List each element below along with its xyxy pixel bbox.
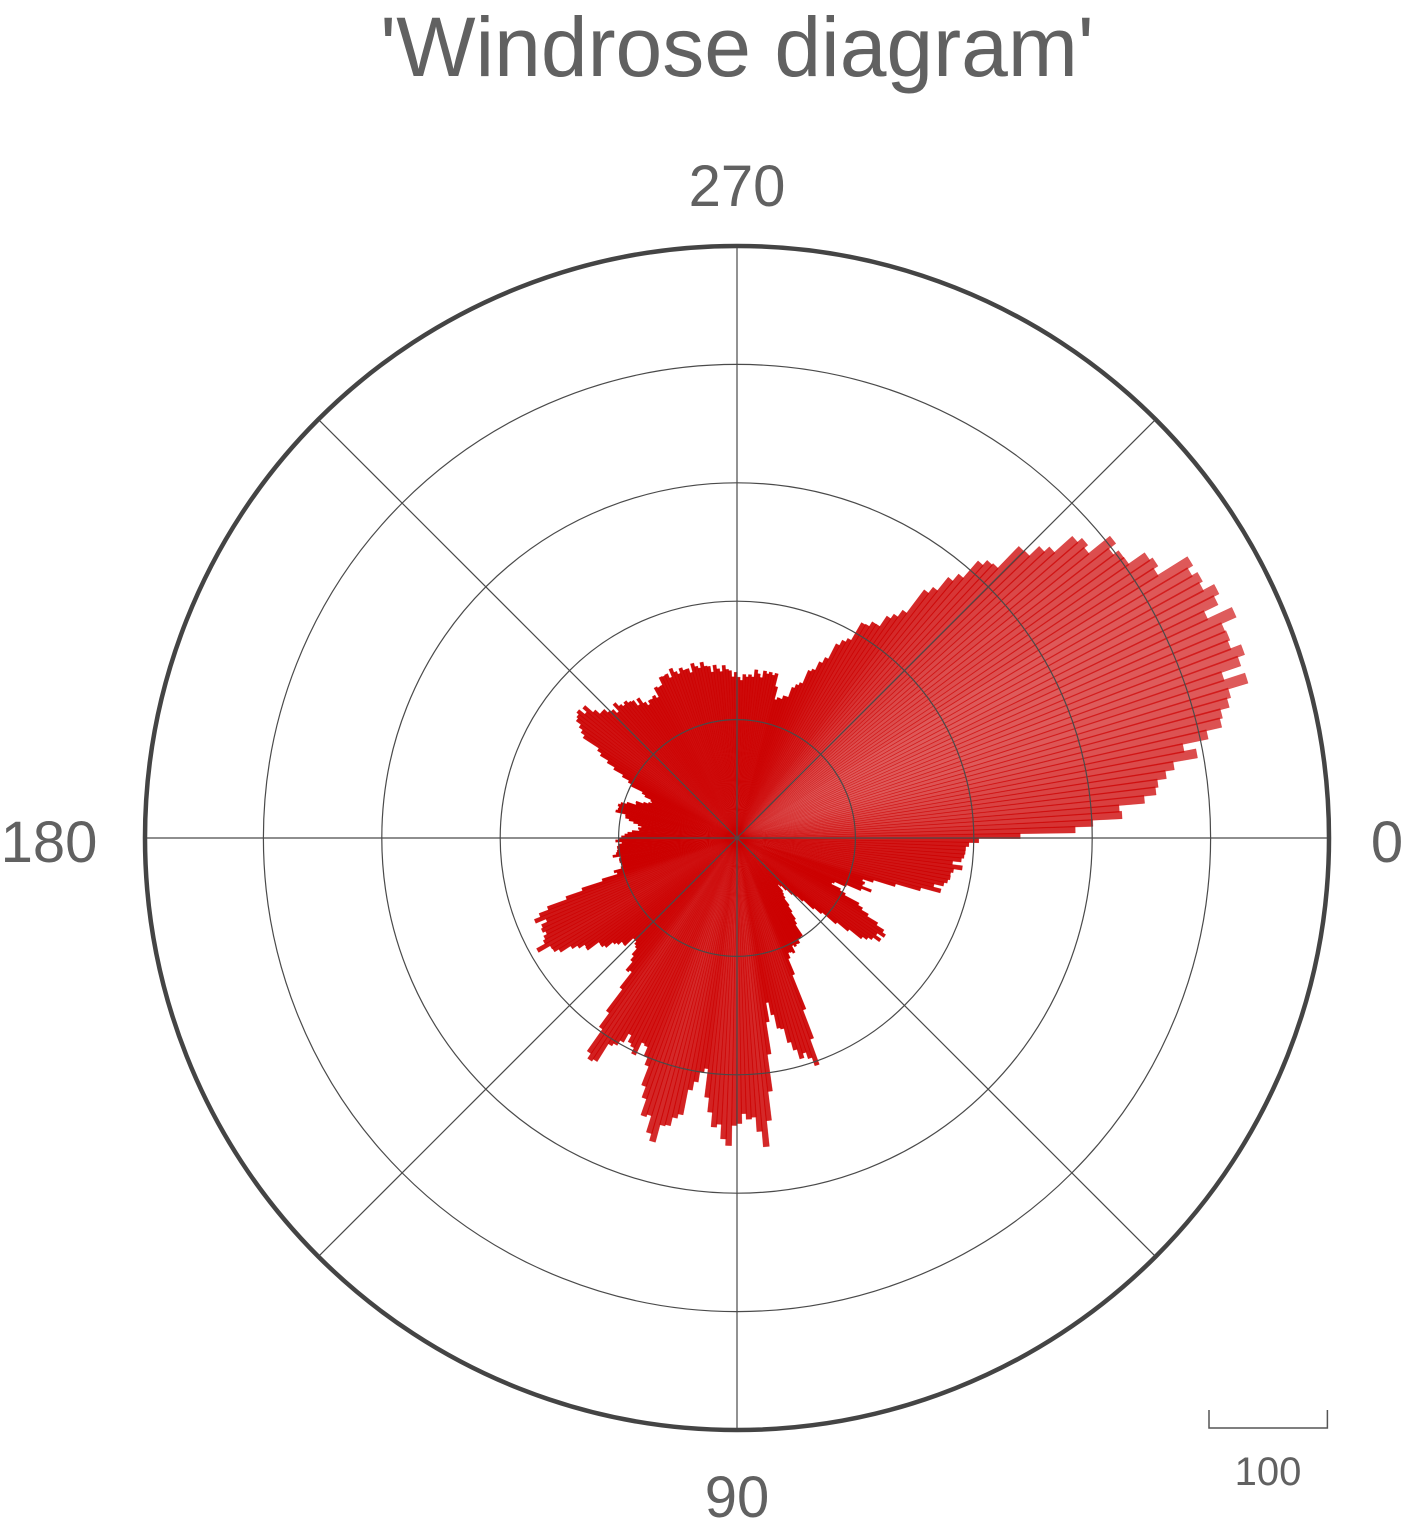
- bars-layer: [533, 535, 1249, 1148]
- scale-bar-line: [1208, 1410, 1329, 1429]
- angular-tick-label-180: 180: [1, 810, 98, 875]
- windrose-svg: 'Windrose diagram' 0 90 180 270 100: [1, 0, 1403, 1521]
- windrose-chart: 'Windrose diagram' 0 90 180 270 100: [0, 0, 1403, 1521]
- scale-bar: 100: [1208, 1410, 1329, 1494]
- angular-tick-label-0: 0: [1371, 810, 1403, 875]
- angular-tick-label-90: 90: [705, 1465, 770, 1521]
- angular-tick-label-270: 270: [689, 154, 786, 219]
- angular-grid-spoke: [317, 418, 738, 839]
- scale-bar-label: 100: [1235, 1450, 1302, 1494]
- polar-grid: [145, 246, 1329, 1430]
- chart-title: 'Windrose diagram': [380, 0, 1094, 94]
